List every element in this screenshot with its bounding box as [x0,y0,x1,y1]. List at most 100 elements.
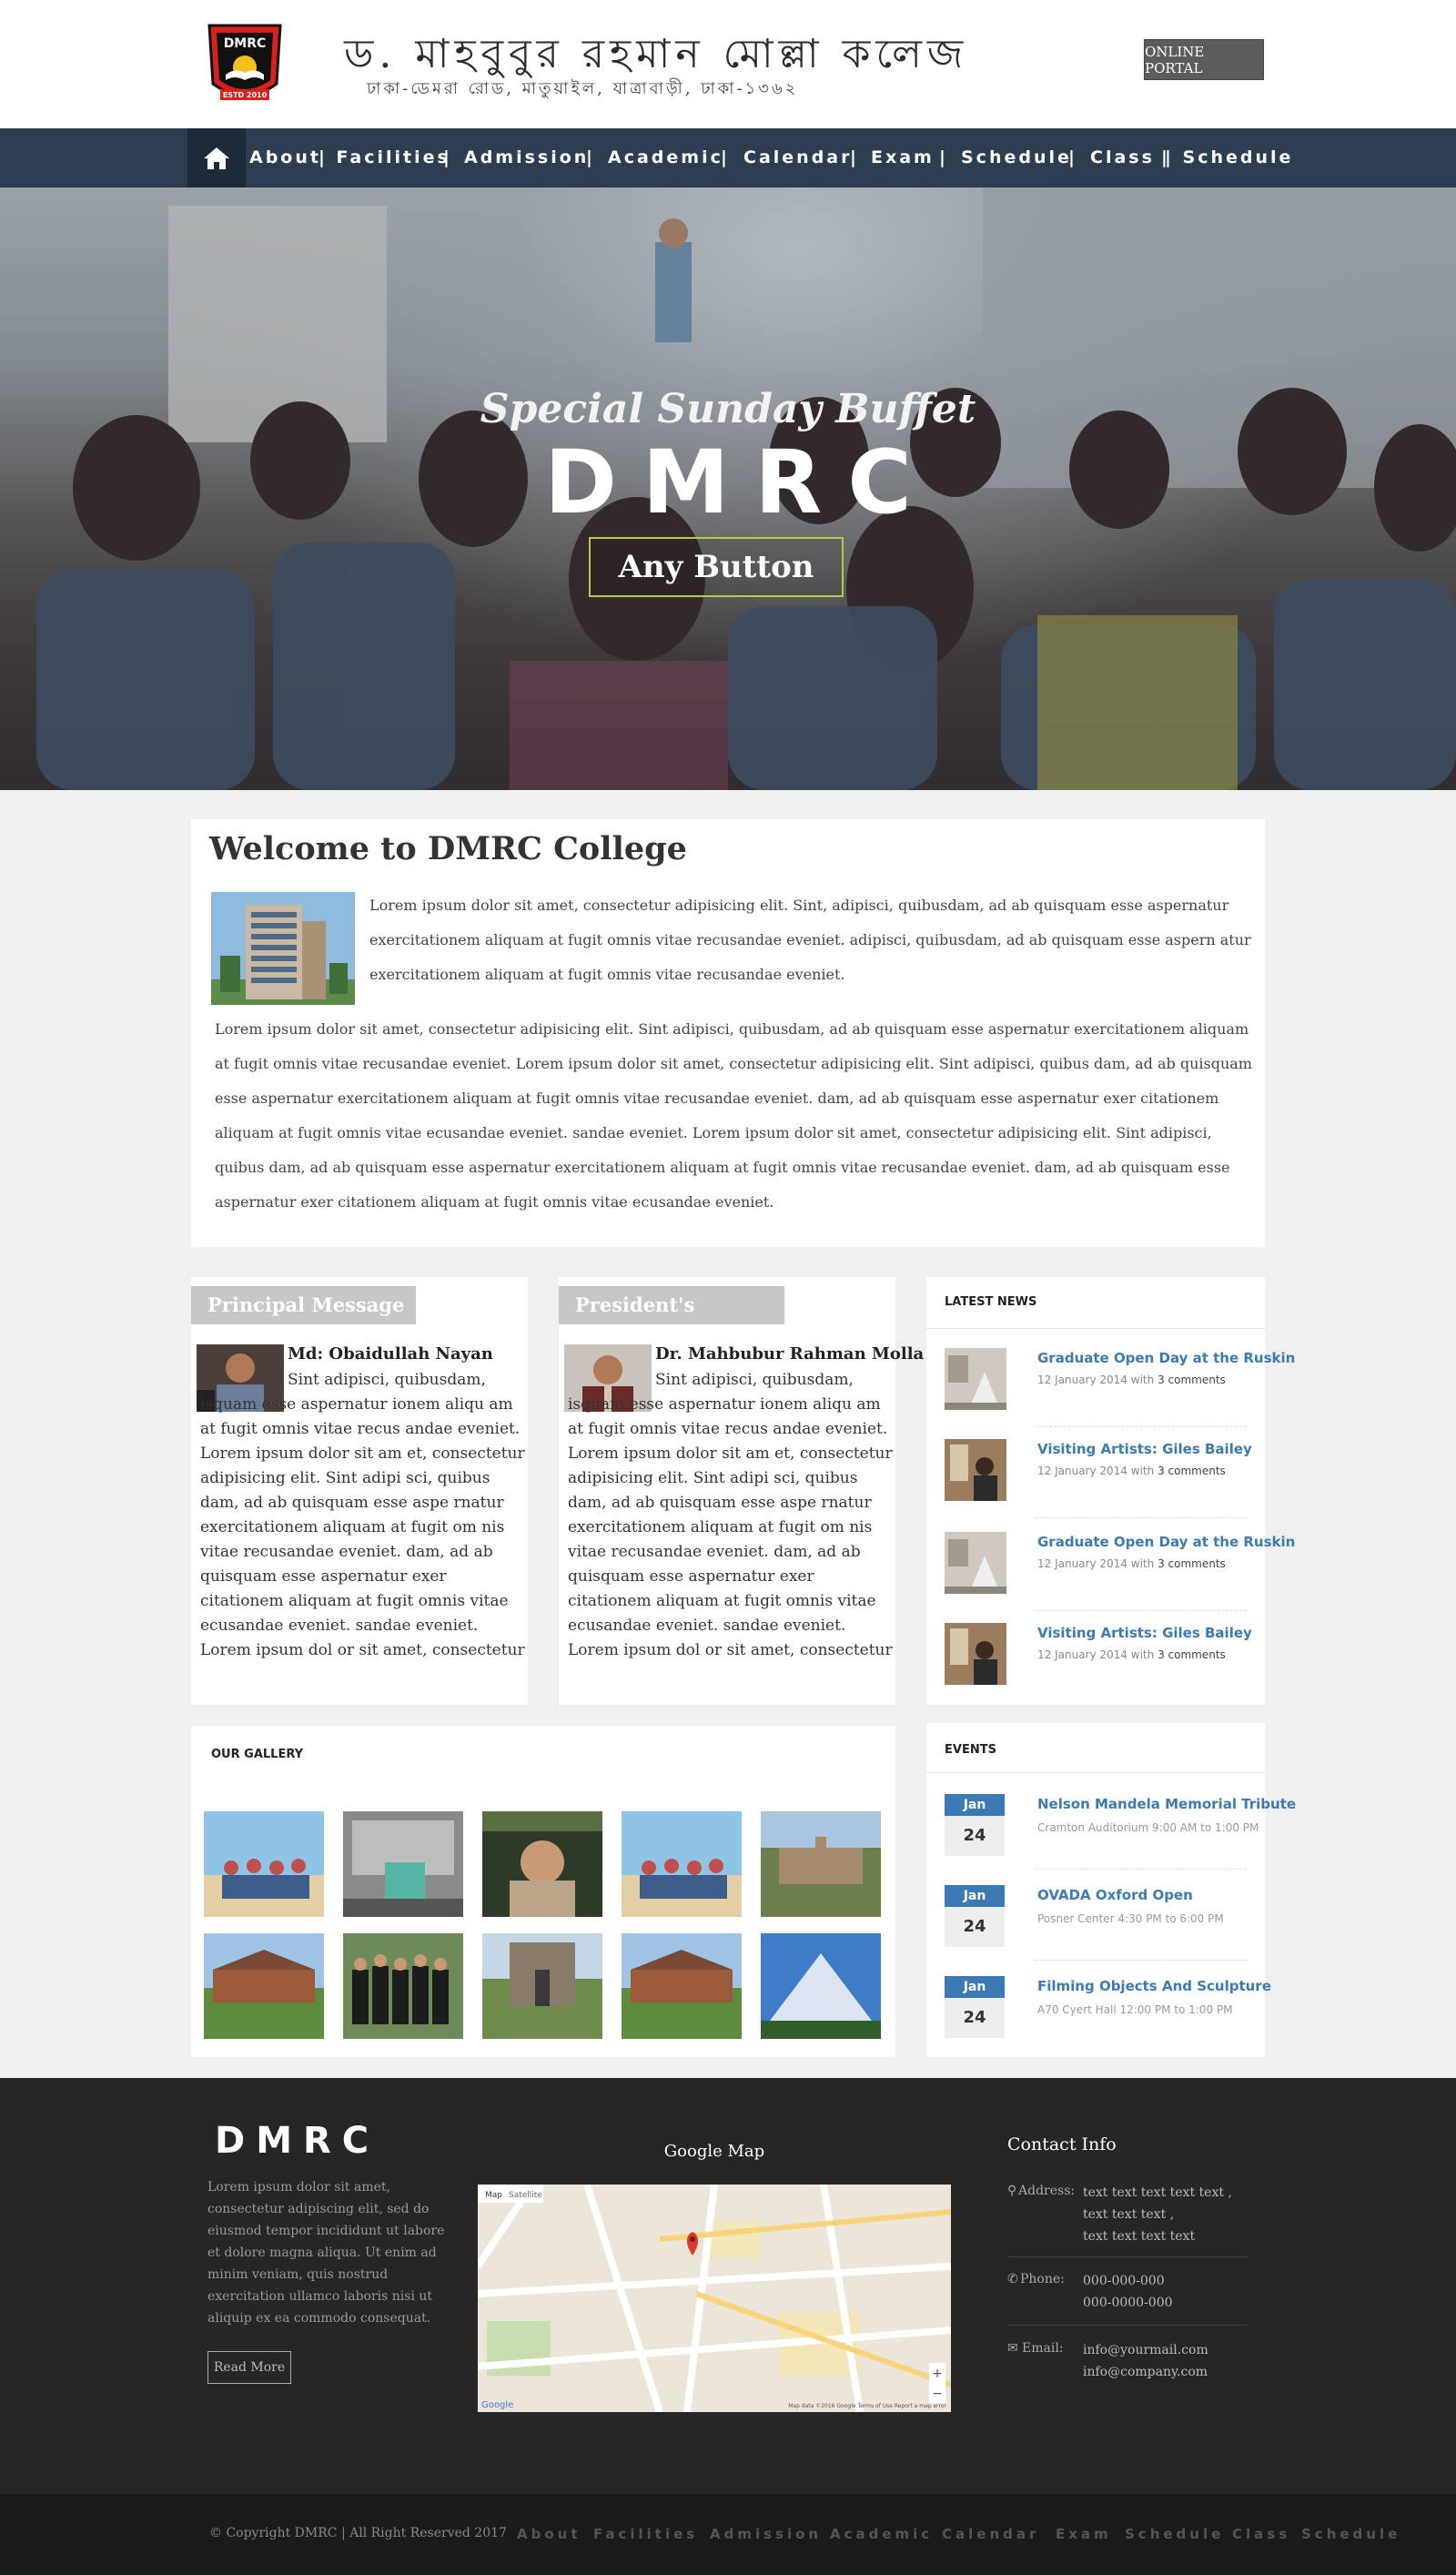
event-title[interactable]: Nelson Mandela Memorial Tribute [1037,1796,1296,1812]
news-title[interactable]: Graduate Open Day at the Ruskin [1037,1350,1295,1366]
hero-cta-button[interactable]: Any Button [589,537,844,597]
news-divider [1036,1426,1247,1427]
gallery-image[interactable] [622,1933,742,2039]
news-thumbnail [945,1348,1006,1410]
footer-link-schedule[interactable]: Schedule [1125,2526,1224,2542]
event-item[interactable]: Jan 24 Nelson Mandela Memorial Tribute C… [945,1794,1296,1885]
events-title: EVENTS [945,1743,996,1757]
gallery-image[interactable] [482,1933,602,2039]
footer-link-academic[interactable]: Academic [830,2526,933,2542]
event-title[interactable]: Filming Objects And Sculpture [1037,1978,1271,1994]
map-type-satellite: Satellite [509,2191,542,2200]
email-address[interactable]: info@company.com [1083,2361,1208,2383]
map-type-map: Map [485,2191,502,2200]
gallery-panel: OUR GALLERY [191,1726,895,2057]
news-item[interactable]: Graduate Open Day at the Ruskin 12 Janua… [945,1532,1295,1623]
news-title[interactable]: Graduate Open Day at the Ruskin [1037,1534,1295,1550]
footer-link-about[interactable]: About [517,2526,581,2542]
nav-schedule[interactable]: Schedule [961,128,1072,188]
bottom-bar: © Copyright DMRC | All Right Reserved 20… [0,2494,1456,2575]
event-item[interactable]: Jan 24 OVADA Oxford Open Posner Center 4… [945,1885,1247,1976]
event-item[interactable]: Jan 24 Filming Objects And Sculpture A70… [945,1976,1271,2067]
nav-separator: | [443,147,452,167]
gallery-image[interactable] [761,1933,881,2039]
latest-news-panel: LATEST NEWS Graduate Open Day at the Rus… [926,1277,1295,1705]
address-label: Address: [1018,2184,1076,2198]
event-day: 24 [945,1907,1005,1947]
news-thumbnail [945,1532,1006,1594]
panel-divider [926,1772,1265,1773]
footer-about-text: Lorem ipsum dolor sit amet, consectetur … [207,2180,445,2326]
nav-separator: | [586,147,595,167]
news-divider [1036,1517,1247,1518]
event-month: Jan [945,1885,1005,1907]
google-map[interactable]: Map Satellite + − Google Map data ©2016 … [478,2185,951,2412]
news-meta: 12 January 2014 with 3 comments [1037,1374,1226,1386]
gallery-image[interactable] [204,1933,324,2039]
email-label: Email: [1022,2341,1064,2356]
phone-icon: ✆ [1007,2272,1018,2286]
news-thumbnail [945,1623,1006,1685]
president-message-text: Sint adipisci, quibusdam, isquam esse as… [568,1371,893,1659]
address-line: text text text text [1083,2229,1196,2244]
college-building-image [211,892,355,1005]
principal-message-tab: Principal Message [191,1286,416,1324]
footer-link-admission[interactable]: Admission [710,2526,822,2542]
phone-number[interactable]: 000-0000-000 [1083,2292,1173,2314]
nav-home-button[interactable] [187,128,246,188]
copyright-text: © Copyright DMRC | All Right Reserved 20… [209,2526,507,2540]
hero-title: DMRC [544,431,937,533]
nav-class[interactable]: Class [1090,128,1155,188]
map-google-logo: Google [481,2400,513,2410]
gallery-title: OUR GALLERY [211,1748,304,1761]
gallery-image[interactable] [622,1811,742,1917]
event-meta: Cramton Auditorium 9:00 AM to 1:00 PM [1037,1821,1259,1834]
news-title[interactable]: Visiting Artists: Giles Bailey [1037,1625,1252,1641]
footer-link-class-schedule[interactable]: Schedule [1301,2526,1400,2542]
footer-link-class[interactable]: Class [1232,2526,1290,2542]
online-portal-button[interactable]: ONLINE PORTAL [1144,39,1264,80]
nav-academic[interactable]: Academic [608,128,723,188]
gallery-image[interactable] [761,1811,881,1917]
gallery-image[interactable] [343,1811,463,1917]
nav-about[interactable]: About [249,128,321,188]
nav-admission[interactable]: Admission [464,128,589,188]
nav-facilities[interactable]: | Facilities [318,128,450,188]
contact-divider [1007,2325,1247,2326]
nav-separator: | [1068,147,1077,167]
news-item[interactable]: Graduate Open Day at the Ruskin 12 Janua… [945,1348,1295,1439]
footer-link-facilities[interactable]: Facilities [593,2526,698,2542]
logo-text: DMRC [224,36,267,51]
hero-subtitle: Special Sunday Buffet [480,386,976,432]
nav-class-schedule[interactable]: | Schedule [1165,128,1293,188]
news-title[interactable]: Visiting Artists: Giles Bailey [1037,1441,1252,1457]
latest-news-title: LATEST NEWS [945,1295,1037,1309]
hero-banner: Special Sunday Buffet DMRC Any Button [0,188,1456,790]
news-item[interactable]: Visiting Artists: Giles Bailey 12 Januar… [945,1439,1252,1530]
event-month: Jan [945,1976,1005,1998]
event-title[interactable]: OVADA Oxford Open [1037,1887,1193,1903]
event-day: 24 [945,1816,1005,1856]
map-marker-icon: ⚲ [1007,2184,1017,2198]
footer-link-exam[interactable]: Exam [1056,2526,1112,2542]
contact-divider [1007,2256,1247,2257]
news-item[interactable]: Visiting Artists: Giles Bailey 12 Januar… [945,1623,1252,1714]
gallery-image[interactable] [482,1811,602,1917]
svg-text:+: + [932,2367,943,2381]
welcome-title: Welcome to DMRC College [209,830,687,867]
gallery-image[interactable] [204,1811,324,1917]
phone-number[interactable]: 000-000-000 [1083,2270,1165,2292]
event-meta: A70 Cyert Hall 12:00 PM to 1:00 PM [1037,2003,1233,2016]
president-name: Dr. Mahbubur Rahman Molla [655,1344,925,1364]
email-address[interactable]: info@yourmail.com [1083,2339,1208,2361]
read-more-button[interactable]: Read More [207,2351,291,2384]
footer-link-calendar[interactable]: Calendar [942,2526,1039,2542]
logo-estd: ESTD 2010 [223,91,268,99]
nav-exam[interactable]: Exam [871,128,935,188]
home-icon [204,147,229,169]
college-logo[interactable]: DMRC ESTD 2010 [200,20,289,109]
nav-calendar[interactable]: Calendar [743,128,852,188]
gallery-image[interactable] [343,1933,463,2039]
welcome-section: Welcome to DMRC College Lorem ipsum dolo… [191,819,1265,1247]
principal-message-text: Sint adipisci, quibusdam, isquam esse as… [200,1371,525,1659]
